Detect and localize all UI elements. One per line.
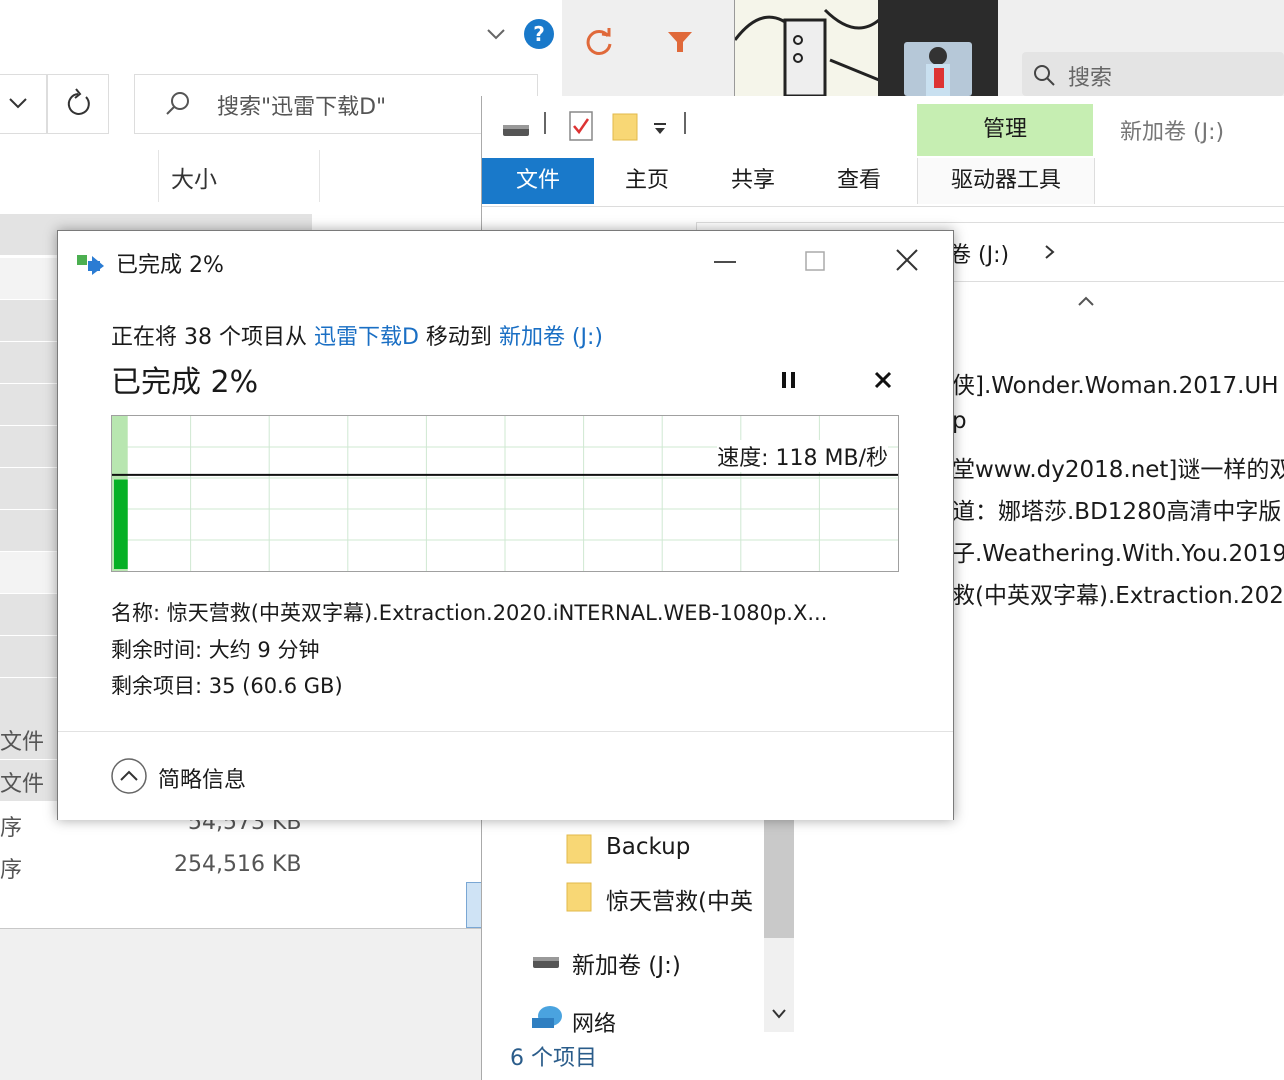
tab-file[interactable]: 文件 xyxy=(482,158,594,204)
filter-icon[interactable] xyxy=(666,28,694,56)
items-remaining-line: 剩余项目: 35 (60.6 GB) xyxy=(111,674,343,698)
properties-icon[interactable] xyxy=(568,110,594,142)
file-list: 侠].Wonder.Woman.2017.UH p 堂www.dy2018.ne… xyxy=(952,366,1284,616)
comic-thumbnail-image xyxy=(734,0,879,96)
row-type: 文件 xyxy=(0,772,45,797)
close-icon xyxy=(896,249,918,271)
refresh-icon xyxy=(67,88,90,115)
source-link[interactable]: 迅雷下载D xyxy=(314,325,419,350)
file-move-icon xyxy=(77,255,104,275)
speed-label: 速度: 118 MB/秒 xyxy=(717,440,888,472)
window-title: 新加卷 (J:) xyxy=(1120,120,1225,145)
tab-drive-tools[interactable]: 驱动器工具 xyxy=(917,158,1095,204)
fewer-details-toggle[interactable]: 简略信息 xyxy=(110,756,330,796)
search-icon xyxy=(166,92,189,115)
sort-up-icon[interactable] xyxy=(1076,294,1096,308)
nav-item-folder[interactable]: 惊天营救(中英 xyxy=(606,882,753,916)
scroll-thumb[interactable] xyxy=(764,818,794,938)
row-size: 254,516 KB xyxy=(174,852,302,877)
row-type: 序 xyxy=(0,858,23,883)
list-item[interactable]: 堂www.dy2018.net]谜一样的双 xyxy=(952,450,1284,484)
nav-item-network[interactable]: 网络 xyxy=(572,1006,616,1038)
chevron-down-icon[interactable] xyxy=(484,22,508,46)
status-bar-count: 6 个项目 xyxy=(510,1046,597,1071)
list-item[interactable]: 救(中英双字幕).Extraction.2020 xyxy=(952,576,1284,610)
drive-icon xyxy=(503,125,529,136)
top-search-box[interactable]: 搜索 xyxy=(1022,52,1284,96)
minimize-button[interactable] xyxy=(698,243,752,279)
pause-button[interactable] xyxy=(774,365,804,395)
quick-access-toolbar: 管理 新加卷 (J:) xyxy=(482,96,1284,158)
tab-home[interactable]: 主页 xyxy=(594,158,700,204)
list-item[interactable]: 道：娜塔莎.BD1280高清中字版 xyxy=(952,492,1281,526)
file-name-line: 名称: 惊天营救(中英双字幕).Extraction.2020.iNTERNAL… xyxy=(111,601,828,625)
list-item[interactable]: 子.Weathering.With.You.2019 xyxy=(952,534,1284,568)
maximize-icon xyxy=(805,251,825,271)
search-box[interactable]: 搜索"迅雷下载D" xyxy=(134,74,538,134)
avatar[interactable] xyxy=(904,42,972,96)
nav-item-backup[interactable]: Backup xyxy=(606,834,690,860)
refresh-button[interactable] xyxy=(47,74,109,134)
recent-locations-button[interactable] xyxy=(0,74,47,134)
destination-link[interactable]: 新加卷 (J:) xyxy=(499,325,603,350)
speed-area xyxy=(114,479,128,569)
list-item[interactable]: p xyxy=(952,408,967,434)
minimize-icon xyxy=(714,261,736,263)
search-icon xyxy=(1034,65,1055,86)
new-folder-icon[interactable] xyxy=(612,110,638,142)
tab-share[interactable]: 共享 xyxy=(700,158,806,204)
chevron-right-icon[interactable] xyxy=(1043,243,1057,261)
folder-icon xyxy=(566,882,592,912)
cancel-button[interactable] xyxy=(868,365,898,395)
progress-heading: 已完成 2% xyxy=(111,365,259,400)
list-item[interactable]: 侠].Wonder.Woman.2017.UH xyxy=(952,366,1279,400)
maximize-button[interactable] xyxy=(788,243,842,279)
move-progress-dialog: 已完成 2% 正在将 38 个项目从 迅雷下载D 移动到 新加卷 (J:) 已完… xyxy=(57,230,954,820)
close-icon xyxy=(874,371,892,389)
breadcrumb[interactable]: 卷 (J:) xyxy=(949,237,1009,269)
column-header-size[interactable]: 大小 xyxy=(158,150,320,202)
time-remaining-line: 剩余时间: 大约 9 分钟 xyxy=(111,638,320,662)
tab-manage[interactable]: 管理 xyxy=(917,104,1093,156)
tab-view[interactable]: 查看 xyxy=(806,158,912,204)
search-placeholder: 搜索"迅雷下载D" xyxy=(217,95,387,120)
drive-icon xyxy=(533,957,559,968)
row-type: 文件 xyxy=(0,730,45,755)
ribbon-tabs: 文件 主页 共享 查看 驱动器工具 xyxy=(482,158,1284,207)
nav-item-drive[interactable]: 新加卷 (J:) xyxy=(572,946,681,980)
dialog-footer: 简略信息 xyxy=(58,731,953,820)
list-row[interactable]: 序 254,516 KB xyxy=(0,844,312,885)
close-button[interactable] xyxy=(880,243,934,279)
chevron-down-icon[interactable] xyxy=(771,1008,787,1020)
chevron-up-circle-icon xyxy=(111,758,147,794)
customize-toolbar-icon[interactable] xyxy=(652,122,668,136)
pause-icon xyxy=(782,372,795,388)
folder-icon xyxy=(566,834,592,864)
nav-scrollbar[interactable] xyxy=(764,818,794,1032)
refresh-icon[interactable] xyxy=(584,26,614,56)
transfer-speed-graph: 速度: 118 MB/秒 xyxy=(111,415,899,572)
network-icon xyxy=(532,1006,562,1028)
help-icon[interactable]: ? xyxy=(524,19,554,49)
dialog-title: 已完成 2% xyxy=(116,253,224,278)
row-type: 序 xyxy=(0,816,23,841)
operation-description: 正在将 38 个项目从 迅雷下载D 移动到 新加卷 (J:) xyxy=(111,325,603,350)
